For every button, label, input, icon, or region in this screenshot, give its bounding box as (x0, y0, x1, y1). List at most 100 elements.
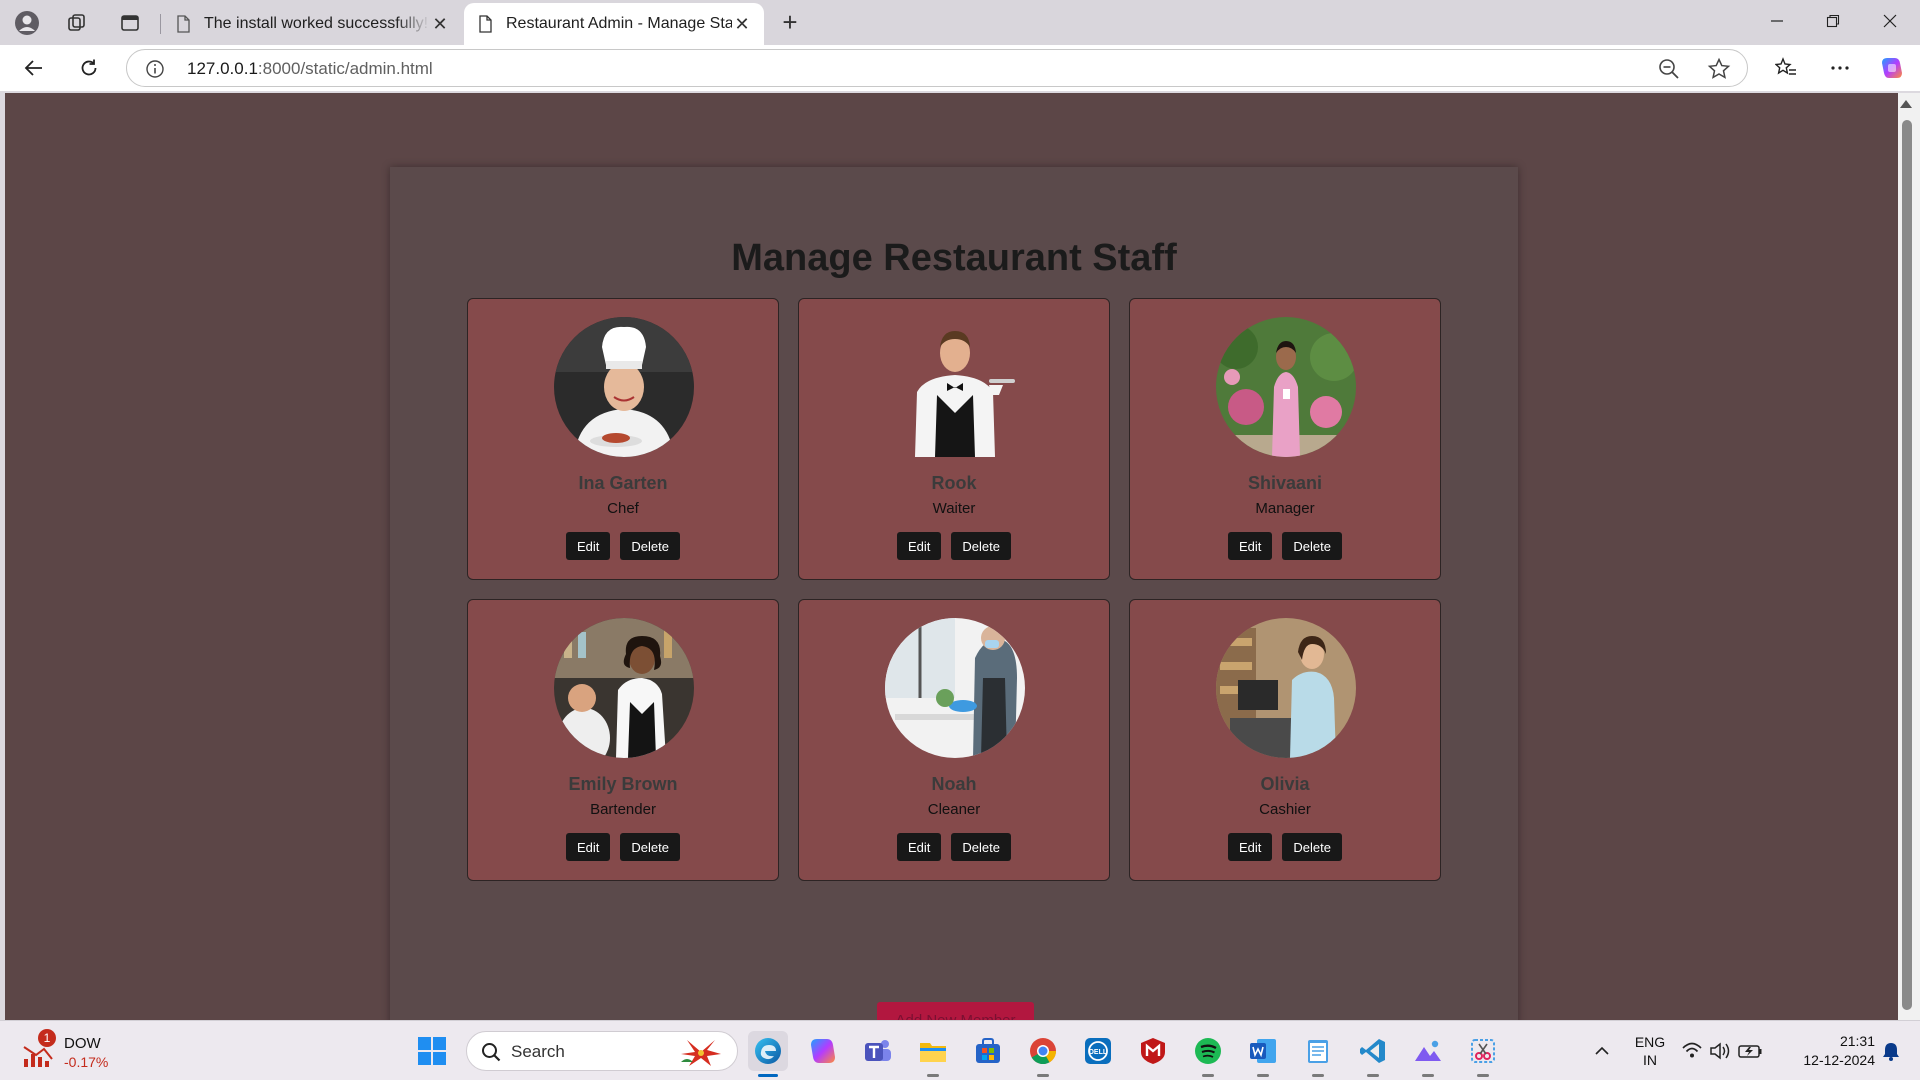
zoom-out-icon[interactable] (1657, 57, 1681, 81)
close-tab-icon[interactable]: ✕ (732, 14, 752, 35)
poinsettia-icon (681, 1040, 721, 1066)
minimize-icon[interactable] (1749, 0, 1805, 42)
restore-icon[interactable] (1805, 0, 1861, 42)
battery-icon (1738, 1045, 1762, 1058)
scrollbar-thumb[interactable] (1902, 120, 1912, 1010)
mcafee-app-icon[interactable] (1133, 1031, 1173, 1071)
teams-app-icon[interactable] (858, 1031, 898, 1071)
staff-name: Olivia (1260, 774, 1310, 794)
search-icon (482, 1043, 501, 1062)
workspaces-icon[interactable] (58, 8, 96, 38)
store-app-icon[interactable] (968, 1031, 1008, 1071)
new-tab-button[interactable]: + (774, 8, 806, 38)
address-bar[interactable]: 127.0.0.1:8000/static/admin.html (126, 49, 1748, 87)
system-tray-status[interactable] (1678, 1031, 1768, 1071)
copilot-app-icon[interactable] (803, 1031, 843, 1071)
refresh-icon[interactable] (71, 52, 107, 84)
staff-photo-waiter (885, 317, 1025, 457)
site-info-icon[interactable] (145, 59, 165, 79)
scroll-up-icon[interactable] (1900, 100, 1912, 108)
vertical-tabs-icon[interactable] (111, 8, 149, 38)
delete-button[interactable]: Delete (1282, 833, 1342, 861)
card-actions: Edit Delete (1130, 833, 1440, 861)
url-host: 127.0.0.1 (187, 59, 258, 78)
dell-app-icon[interactable]: DELL (1078, 1031, 1118, 1071)
running-indicator (1037, 1074, 1049, 1077)
staff-card: Emily Brown Bartender Edit Delete (467, 599, 779, 881)
clock[interactable]: 21:31 12-12-2024 (1775, 1032, 1875, 1070)
staff-role: Chef (607, 500, 639, 517)
windows-start-icon[interactable] (412, 1031, 452, 1071)
stock-change: -0.17% (64, 1054, 109, 1070)
running-indicator (1422, 1074, 1434, 1077)
delete-button[interactable]: Delete (620, 833, 680, 861)
running-indicator (1312, 1074, 1324, 1077)
language-region: IN (1643, 1052, 1657, 1068)
browser-toolbar: 127.0.0.1:8000/static/admin.html (0, 45, 1920, 91)
photos-app-icon[interactable] (1408, 1031, 1448, 1077)
staff-name: Ina Garten (578, 473, 668, 493)
staff-role: Waiter (932, 500, 976, 517)
staff-photo-cleaner (885, 618, 1025, 758)
edit-button[interactable]: Edit (897, 833, 942, 861)
staff-card: Ina Garten Chef Edit Delete (467, 298, 779, 580)
edit-button[interactable]: Edit (566, 532, 611, 560)
notepad-app-icon[interactable] (1298, 1031, 1338, 1077)
language-indicator[interactable]: ENG IN (1630, 1033, 1670, 1069)
close-window-icon[interactable] (1862, 0, 1918, 42)
clock-time: 21:31 (1839, 1033, 1875, 1049)
tab-restaurant-admin[interactable]: Restaurant Admin - Manage Staff ✕ (464, 3, 764, 45)
clock-date: 12-12-2024 (1803, 1052, 1875, 1068)
edge-app-icon[interactable] (748, 1031, 788, 1077)
chrome-app-icon[interactable] (1023, 1031, 1063, 1077)
notification-badge: 1 (38, 1029, 56, 1047)
profile-icon[interactable] (8, 8, 46, 38)
close-tab-icon[interactable]: ✕ (430, 14, 450, 35)
copilot-icon[interactable] (1874, 52, 1910, 84)
add-new-member-button[interactable]: Add New Member (877, 1002, 1034, 1020)
staff-role: Cleaner (927, 801, 981, 818)
favorites-icon[interactable] (1768, 52, 1804, 84)
running-indicator (1477, 1074, 1489, 1077)
favorite-star-icon[interactable] (1707, 57, 1731, 81)
file-explorer-icon[interactable] (913, 1031, 953, 1077)
notification-bell-icon[interactable] (1876, 1031, 1906, 1071)
delete-button[interactable]: Delete (951, 833, 1011, 861)
taskbar-search-box[interactable]: Search (466, 1031, 738, 1071)
card-actions: Edit Delete (468, 532, 778, 560)
tab-separator (160, 14, 161, 34)
staff-grid: Ina Garten Chef Edit Delete Rook Waiter … (467, 298, 1442, 881)
active-indicator (758, 1074, 778, 1077)
edit-button[interactable]: Edit (1228, 833, 1273, 861)
staff-role: Manager (1255, 500, 1315, 517)
snipping-tool-icon[interactable] (1463, 1031, 1503, 1077)
volume-icon (1710, 1042, 1730, 1060)
staff-photo-chef (554, 317, 694, 457)
staff-name: Emily Brown (568, 774, 678, 794)
staff-card: Rook Waiter Edit Delete (798, 298, 1110, 580)
edit-button[interactable]: Edit (566, 833, 611, 861)
stock-widget[interactable]: 1 DOW -0.17% (22, 1029, 142, 1073)
svg-text:DELL: DELL (1089, 1049, 1108, 1056)
running-indicator (1202, 1074, 1214, 1077)
page-icon (177, 15, 190, 33)
word-app-icon[interactable] (1243, 1031, 1283, 1077)
delete-button[interactable]: Delete (1282, 532, 1342, 560)
staff-role: Bartender (590, 801, 656, 818)
show-hidden-icons-chevron-icon[interactable] (1582, 1031, 1622, 1071)
card-actions: Edit Delete (799, 833, 1109, 861)
edit-button[interactable]: Edit (897, 532, 942, 560)
card-actions: Edit Delete (799, 532, 1109, 560)
staff-photo-manager (1216, 317, 1356, 457)
back-icon[interactable] (16, 52, 52, 84)
spotify-app-icon[interactable] (1188, 1031, 1228, 1077)
delete-button[interactable]: Delete (951, 532, 1011, 560)
delete-button[interactable]: Delete (620, 532, 680, 560)
url-text[interactable]: 127.0.0.1:8000/static/admin.html (187, 59, 433, 79)
browser-tab-bar: The install worked successfully! Congrat… (0, 0, 1920, 45)
vscode-app-icon[interactable] (1353, 1031, 1393, 1077)
tab-install-worked[interactable]: The install worked successfully! Congrat… (162, 3, 462, 45)
staff-photo-cashier (1216, 618, 1356, 758)
more-options-icon[interactable] (1822, 52, 1858, 84)
edit-button[interactable]: Edit (1228, 532, 1273, 560)
